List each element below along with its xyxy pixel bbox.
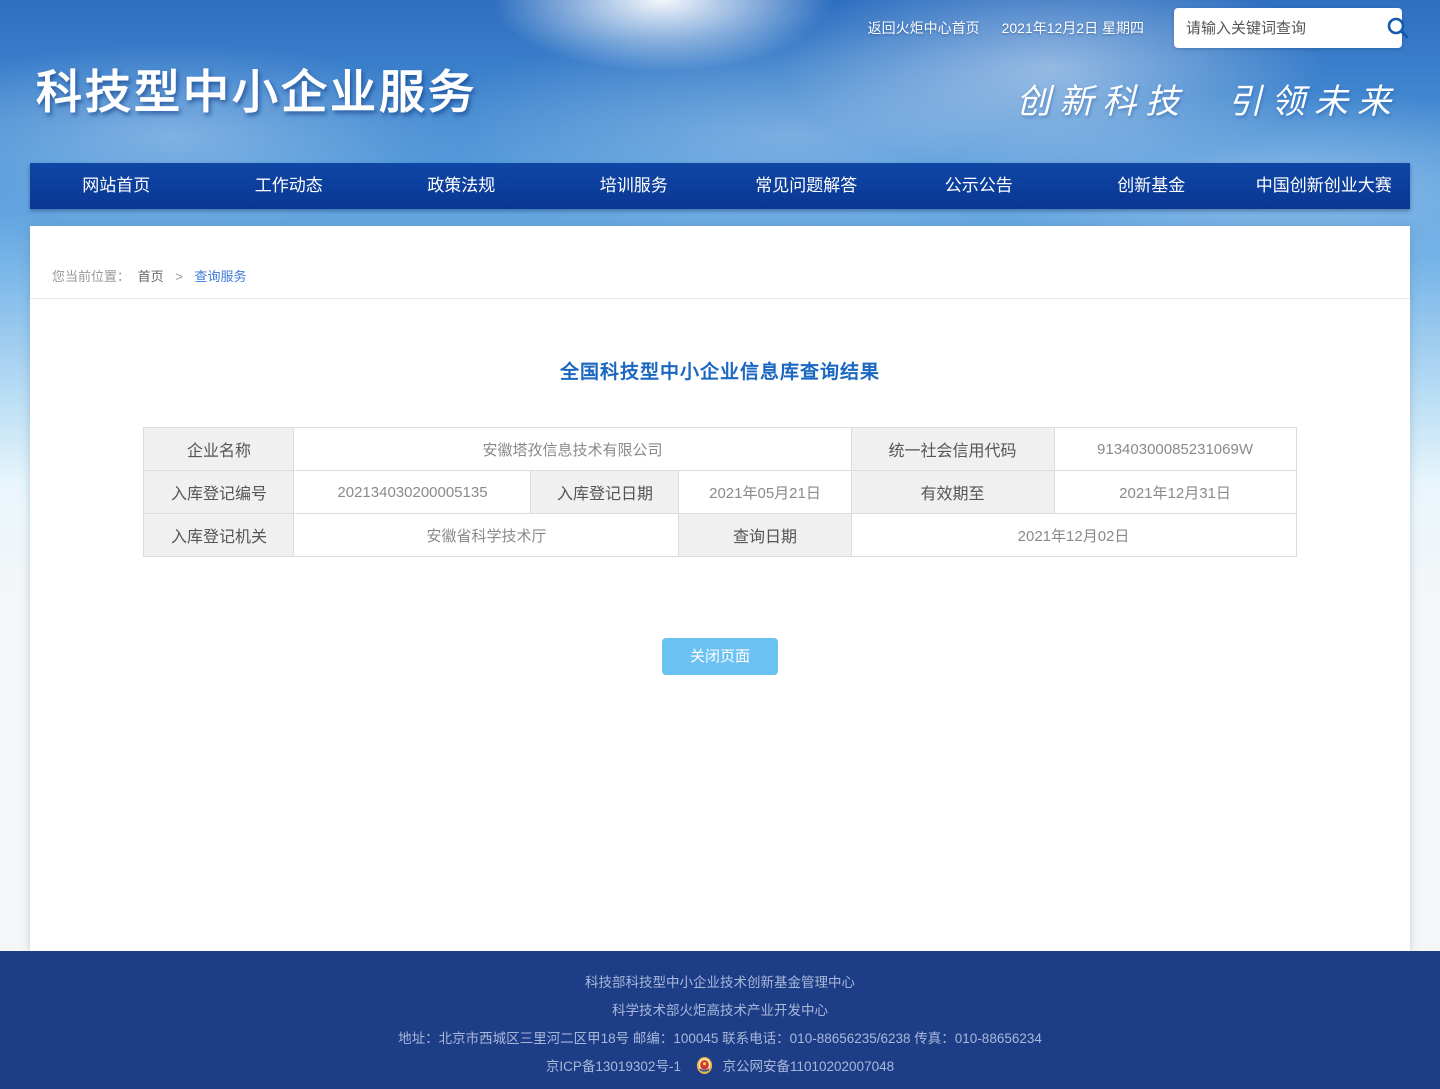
registration-authority-value: 安徽省科学技术厅 bbox=[294, 514, 679, 557]
company-name-label: 企业名称 bbox=[144, 428, 294, 471]
table-row: 入库登记编号 202134030200005135 入库登记日期 2021年05… bbox=[144, 471, 1296, 514]
table-row: 企业名称 安徽塔孜信息技术有限公司 统一社会信用代码 9134030008523… bbox=[144, 428, 1296, 471]
breadcrumb-home-link[interactable]: 首页 bbox=[138, 269, 164, 284]
breadcrumb-prefix: 您当前位置： bbox=[52, 269, 130, 284]
nav-item-training[interactable]: 培训服务 bbox=[548, 163, 721, 209]
search-icon[interactable] bbox=[1385, 15, 1411, 41]
police-badge-icon bbox=[695, 1056, 714, 1075]
site-slogan: 创新科技 引领未来 bbox=[1016, 74, 1400, 123]
page-title: 全国科技型中小企业信息库查询结果 bbox=[30, 362, 1410, 384]
footer-org-line1: 科技部科技型中小企业技术创新基金管理中心 bbox=[0, 969, 1440, 997]
close-button-container: 关闭页面 bbox=[30, 638, 1410, 675]
query-date-value: 2021年12月02日 bbox=[851, 514, 1296, 557]
police-filing-link[interactable]: 京公网安备11010202007048 bbox=[722, 1059, 894, 1074]
footer-contact-line: 地址：北京市西城区三里河二区甲18号 邮编：100045 联系电话：010-88… bbox=[0, 1025, 1440, 1053]
registration-authority-label: 入库登记机关 bbox=[144, 514, 294, 557]
nav-item-home[interactable]: 网站首页 bbox=[30, 163, 203, 209]
nav-item-policies[interactable]: 政策法规 bbox=[375, 163, 548, 209]
nav-item-competition[interactable]: 中国创新创业大赛 bbox=[1238, 163, 1411, 209]
registration-no-label: 入库登记编号 bbox=[144, 471, 294, 514]
nav-item-work-news[interactable]: 工作动态 bbox=[203, 163, 376, 209]
breadcrumb-separator: > bbox=[175, 269, 183, 284]
company-name-value: 安徽塔孜信息技术有限公司 bbox=[294, 428, 851, 471]
valid-until-value: 2021年12月31日 bbox=[1054, 471, 1296, 514]
current-date: 2021年12月2日 星期四 bbox=[1002, 18, 1144, 38]
footer-org-line2: 科学技术部火炬高技术产业开发中心 bbox=[0, 997, 1440, 1025]
icp-filing-link[interactable]: 京ICP备13019302号-1 bbox=[546, 1059, 681, 1074]
nav-item-faq[interactable]: 常见问题解答 bbox=[720, 163, 893, 209]
site-title: 科技型中小企业服务 bbox=[36, 56, 477, 122]
footer-filing-line: 京ICP备13019302号-1 京公网安备11010202007048 bbox=[0, 1053, 1440, 1081]
search-box bbox=[1174, 8, 1402, 48]
header: 科技型中小企业服务 创新科技 引领未来 bbox=[0, 56, 1440, 155]
breadcrumb: 您当前位置： 首页 > 查询服务 bbox=[30, 226, 1410, 299]
valid-until-label: 有效期至 bbox=[851, 471, 1054, 514]
query-date-label: 查询日期 bbox=[679, 514, 851, 557]
credit-code-value: 91340300085231069W bbox=[1054, 428, 1296, 471]
table-row: 入库登记机关 安徽省科学技术厅 查询日期 2021年12月02日 bbox=[144, 514, 1296, 557]
query-result-table: 企业名称 安徽塔孜信息技术有限公司 统一社会信用代码 9134030008523… bbox=[143, 427, 1296, 557]
topbar: 返回火炬中心首页 2021年12月2日 星期四 bbox=[0, 0, 1440, 56]
nav-item-announcements[interactable]: 公示公告 bbox=[893, 163, 1066, 209]
main-nav: 网站首页 工作动态 政策法规 培训服务 常见问题解答 公示公告 创新基金 中国创… bbox=[30, 163, 1410, 209]
credit-code-label: 统一社会信用代码 bbox=[851, 428, 1054, 471]
breadcrumb-current-link[interactable]: 查询服务 bbox=[195, 269, 247, 284]
content-panel: 您当前位置： 首页 > 查询服务 全国科技型中小企业信息库查询结果 企业名称 安… bbox=[30, 226, 1410, 951]
close-page-button[interactable]: 关闭页面 bbox=[662, 638, 778, 675]
footer: 科技部科技型中小企业技术创新基金管理中心 科学技术部火炬高技术产业开发中心 地址… bbox=[0, 951, 1440, 1089]
registration-date-label: 入库登记日期 bbox=[531, 471, 679, 514]
registration-no-value: 202134030200005135 bbox=[294, 471, 531, 514]
registration-date-value: 2021年05月21日 bbox=[679, 471, 851, 514]
torch-center-home-link[interactable]: 返回火炬中心首页 bbox=[868, 18, 980, 38]
nav-item-innovation-fund[interactable]: 创新基金 bbox=[1065, 163, 1238, 209]
search-input[interactable] bbox=[1186, 20, 1385, 37]
